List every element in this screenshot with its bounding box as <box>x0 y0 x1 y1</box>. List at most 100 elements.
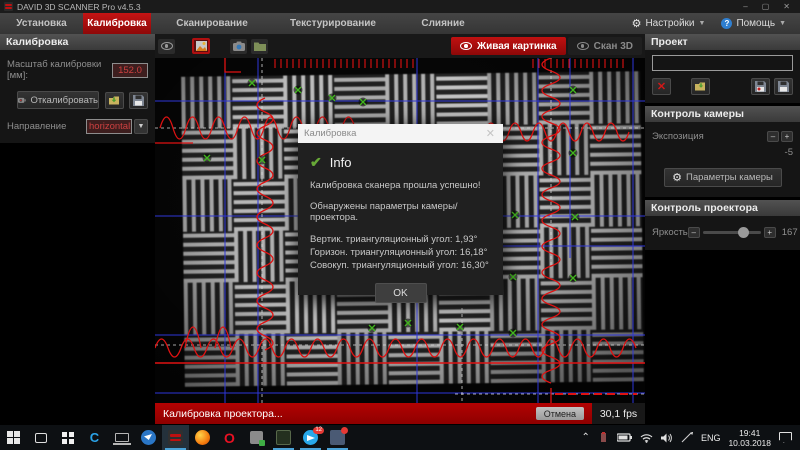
projector-panel-title: Контроль проектора <box>645 200 800 216</box>
taskbar-app-mail[interactable] <box>324 425 351 450</box>
taskbar-app-launcher[interactable] <box>54 425 81 450</box>
exposure-value: -5 <box>785 147 793 158</box>
tab-fusion[interactable]: Слияние <box>393 13 493 34</box>
clock[interactable]: 19:41 10.03.2018 <box>728 428 771 448</box>
opera-icon: O <box>224 430 235 446</box>
action-center-icon[interactable] <box>779 432 792 443</box>
ok-button[interactable]: OK <box>375 283 427 303</box>
c-app-icon: C <box>90 430 99 445</box>
calibration-dialog: Калибровка ✕ ✔ Info Калибровка сканера п… <box>298 124 503 295</box>
save-calibration-button[interactable] <box>129 92 148 109</box>
fps-display: 30,1 fps <box>592 403 645 424</box>
tab-calibration[interactable]: Калибровка <box>83 13 151 34</box>
wifi-icon[interactable] <box>640 433 653 443</box>
slider-thumb[interactable] <box>738 227 749 238</box>
floppy-icon <box>755 81 766 92</box>
image-icon <box>196 41 207 51</box>
horizontal-angle: Горизон. триангуляционный угол: 16,18° <box>310 246 491 259</box>
cancel-button[interactable]: Отмена <box>536 407 584 420</box>
live-image-toggle[interactable]: Живая картинка <box>451 37 566 55</box>
direction-dropdown-button[interactable]: ▼ <box>134 119 148 134</box>
system-tray: ⌃ ENG 19:41 10.03.2018 <box>582 425 800 450</box>
window-title: DAVID 3D SCANNER Pro v4.5.3 <box>17 2 141 12</box>
calibration-panel-title: Калибровка <box>0 34 155 50</box>
direction-label: Направление <box>7 121 66 132</box>
taskbar-app-computer[interactable] <box>108 425 135 450</box>
taskbar-app-keepass[interactable] <box>243 425 270 450</box>
tab-texturing[interactable]: Текстурирование <box>273 13 393 34</box>
exposure-plus-button[interactable]: + <box>781 131 793 142</box>
brightness-value: 167 <box>782 227 798 238</box>
gear-icon: ⚙ <box>632 17 642 30</box>
firefox-icon <box>195 430 210 445</box>
scan-3d-toggle[interactable]: Скан 3D <box>568 37 642 55</box>
save-project-as-button[interactable] <box>774 78 793 95</box>
brightness-minus-button[interactable]: – <box>688 227 700 238</box>
open-image-button[interactable] <box>251 39 268 54</box>
laptop-icon <box>115 433 129 442</box>
delete-icon: ✕ <box>657 80 666 93</box>
language-indicator[interactable]: ENG <box>701 433 721 443</box>
usb-icon[interactable] <box>681 432 693 443</box>
grab-photo-button[interactable] <box>230 39 247 54</box>
eye-icon <box>460 42 472 50</box>
notification-badge: 12 <box>313 427 324 434</box>
floppy-icon <box>133 95 144 106</box>
taskbar-app-david-scanner[interactable] <box>162 425 189 450</box>
status-bar: Калибровка проектора... Отмена 30,1 fps <box>155 403 645 424</box>
save-project-button[interactable] <box>751 78 770 95</box>
dialog-title: Калибровка <box>304 128 356 139</box>
tab-setup[interactable]: Установка <box>0 13 83 34</box>
taskbar-app-game[interactable] <box>270 425 297 450</box>
maximize-button[interactable]: ▢ <box>762 2 770 11</box>
task-view-button[interactable] <box>27 425 54 450</box>
speaker-icon[interactable] <box>661 433 673 443</box>
tab-scanning[interactable]: Сканирование <box>151 13 273 34</box>
project-name-input[interactable] <box>652 55 793 71</box>
taskbar-app-firefox[interactable] <box>189 425 216 450</box>
projector-control-panel: Контроль проектора Яркость – + 167 <box>645 200 800 250</box>
exposure-minus-button[interactable]: – <box>767 131 779 142</box>
camera-parameters-button[interactable]: ⚙ Параметры камеры <box>664 168 782 187</box>
taskbar-app-opera[interactable]: O <box>216 425 243 450</box>
game-icon <box>276 430 291 445</box>
calibrate-button[interactable]: Откалибровать <box>17 91 99 109</box>
delete-project-button[interactable]: ✕ <box>652 78 671 95</box>
settings-menu[interactable]: ⚙ Настройки ▼ <box>632 17 706 30</box>
show-live-image-button[interactable] <box>158 39 175 54</box>
close-button[interactable]: ✕ <box>783 2 790 11</box>
dialog-message-1: Калибровка сканера прошла успешно! <box>310 180 491 191</box>
show-pattern-button[interactable] <box>192 38 210 54</box>
help-menu[interactable]: ? Помощь ▼ <box>721 18 786 29</box>
load-calibration-button[interactable] <box>105 92 124 109</box>
taskbar-app-thunderbird[interactable] <box>135 425 162 450</box>
taskbar-app-ccleaner[interactable]: C <box>81 425 108 450</box>
battery-icon[interactable] <box>617 433 632 442</box>
brightness-slider[interactable] <box>703 231 761 234</box>
david-scanner-icon <box>168 430 183 445</box>
status-message: Калибровка проектора... <box>163 408 283 420</box>
start-button[interactable] <box>0 425 27 450</box>
direction-value[interactable]: horizontal <box>86 119 132 134</box>
taskbar-app-telegram[interactable]: 12 <box>297 425 324 450</box>
thunderbird-icon <box>141 430 156 445</box>
brightness-plus-button[interactable]: + <box>764 227 776 238</box>
main-nav: Установка Калибровка Сканирование Тексту… <box>0 13 800 34</box>
load-project-button[interactable] <box>691 78 710 95</box>
app-logo-icon <box>4 2 13 11</box>
camera-control-panel: Контроль камеры Экспозиция – + -5 ⚙ Пара… <box>645 106 800 197</box>
task-view-icon <box>35 433 47 443</box>
tray-app-icon[interactable] <box>598 432 609 443</box>
chevron-down-icon: ▼ <box>779 20 786 27</box>
tray-expand-chevron[interactable]: ⌃ <box>582 432 590 443</box>
dialog-close-icon[interactable]: ✕ <box>484 127 497 140</box>
minimize-button[interactable]: – <box>743 2 747 11</box>
date: 10.03.2018 <box>728 438 771 448</box>
camera-panel-title: Контроль камеры <box>645 106 800 122</box>
dialog-message-2: Обнаружены параметры камеры/проектора. <box>310 201 491 223</box>
project-panel: Проект ✕ <box>645 34 800 103</box>
scale-input[interactable] <box>112 63 148 78</box>
left-sidebar: Калибровка Масштаб калибровки [мм]: Отка… <box>0 34 155 403</box>
dialog-angles: Вертик. триангуляционный угол: 1,93° Гор… <box>310 233 491 272</box>
floppy-icon <box>778 81 789 92</box>
